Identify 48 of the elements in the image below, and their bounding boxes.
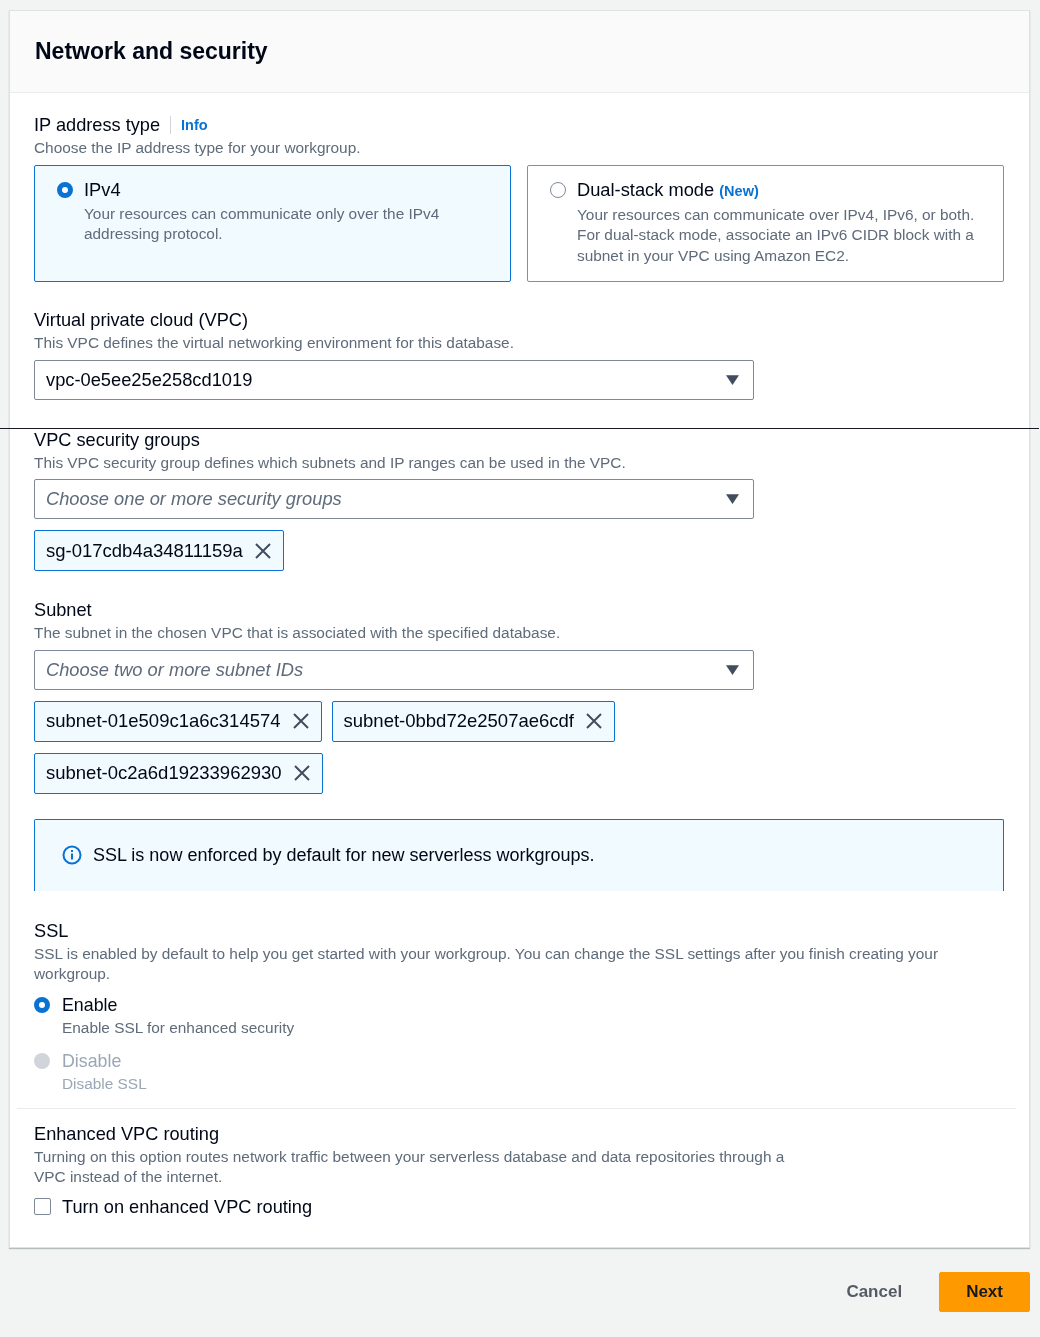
token-text: subnet-0bbd72e2507ae6cdf	[343, 710, 574, 732]
radio-button[interactable]	[550, 181, 566, 198]
field-label: Virtual private cloud (VPC)	[34, 309, 249, 331]
radio-button[interactable]	[57, 181, 73, 198]
field-description: SSL is enabled by default to help you get started with your workgroup. You can change the SSL settings after you finish creating your workgroup.	[34, 943, 940, 984]
option-title: IPv4	[84, 178, 121, 200]
checkbox-label: Turn on enhanced VPC routing	[62, 1195, 313, 1218]
caret-icon	[726, 374, 739, 385]
section-title: Network and security	[35, 36, 268, 65]
field-label: VPC security groups	[34, 428, 201, 451]
field-description: Choose the IP address type for your workgroup.	[34, 138, 362, 158]
radio-label: Enable	[62, 993, 118, 1016]
option-tile[interactable]: IPv4 Your resources can communicate only over the IPv4 addressing protocol.	[34, 164, 511, 282]
option-tile[interactable]: Dual-stack mode (New) Your resources can communicate over IPv4, IPv6, or both. For dual-stack mode, associate an IPv6 CIDR block with a subnet in your VPC using Amazon EC2.	[527, 164, 1004, 282]
field-description: This VPC security group defines which subnets and IP ranges can be used in the VPC.	[34, 452, 627, 473]
cancel-button[interactable]: Cancel	[829, 1271, 920, 1312]
field-description: Turning on this option routes network traffic between your serverless database and data repositories through a VPC instead of the internet.	[34, 1146, 786, 1187]
radio-label: Disable	[62, 1050, 122, 1072]
close-icon[interactable]	[254, 542, 271, 559]
option-description: Your resources can communicate over IPv4, IPv6, or both. For dual-stack mode, associate an IPv6 CIDR block with a subnet in your VPC using Amazon EC2.	[577, 204, 976, 266]
token-text: subnet-0c2a6d19233962930	[46, 762, 282, 784]
field-label: SSL	[34, 919, 70, 942]
option-description: Your resources can communicate only over the IPv4 addressing protocol.	[84, 203, 441, 244]
field-description: The subnet in the chosen VPC that is associated with the specified database.	[34, 623, 562, 643]
caret-icon	[726, 664, 739, 675]
new-label: (New)	[719, 182, 759, 199]
option-description: Enable SSL for enhanced security	[62, 1017, 296, 1038]
vpc-select[interactable]: vpc-0e5ee25e258cd1019	[34, 359, 754, 400]
field-description: This VPC defines the virtual networking environment for this database.	[34, 333, 515, 353]
subnet-select[interactable]: Choose two or more subnet IDs	[34, 649, 754, 690]
field-label: IP address type	[34, 114, 161, 136]
field-label: Enhanced VPC routing	[34, 1122, 221, 1145]
checkbox[interactable]	[34, 1198, 51, 1215]
info-link[interactable]: Info	[181, 117, 208, 133]
security-group-select[interactable]: Choose one or more security groups	[34, 479, 754, 519]
token-text: subnet-01e509c1a6c314574	[46, 710, 281, 732]
caret-icon	[726, 494, 739, 504]
alert-text: SSL is now enforced by default for new serverless workgroups.	[93, 844, 595, 866]
field-label: Subnet	[34, 599, 93, 621]
next-button[interactable]: Next	[939, 1271, 1030, 1312]
close-icon[interactable]	[586, 713, 602, 729]
info-icon	[62, 845, 82, 865]
radio-button[interactable]	[34, 996, 50, 1013]
close-icon[interactable]	[292, 713, 309, 729]
option-title: Dual-stack mode	[577, 178, 715, 200]
token-text: sg-017cdb4a34811159a	[46, 539, 243, 562]
option-description: Disable SSL	[62, 1074, 148, 1094]
close-icon[interactable]	[293, 765, 310, 781]
